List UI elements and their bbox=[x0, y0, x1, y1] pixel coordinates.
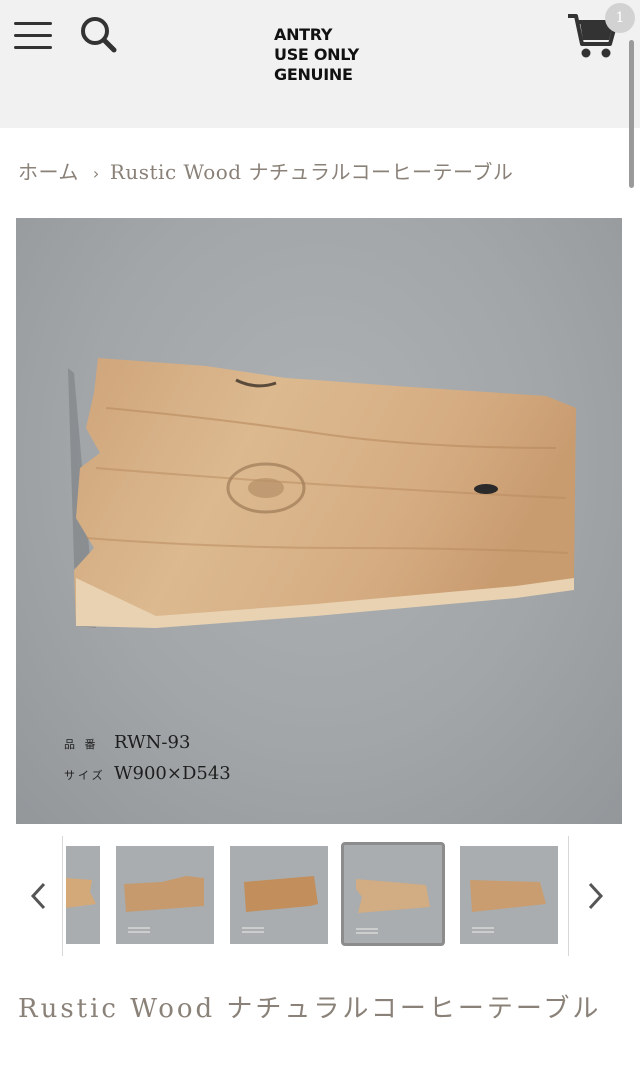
spec-size-value: W900×D543 bbox=[114, 763, 231, 784]
gallery-thumbnail[interactable] bbox=[460, 846, 558, 944]
gallery-thumbnail[interactable] bbox=[230, 846, 328, 944]
product-main-image[interactable]: 品 番 RWN-93 サイズ W900×D543 bbox=[16, 218, 622, 824]
cart-count-badge: 1 bbox=[605, 3, 635, 33]
gallery-divider bbox=[568, 836, 569, 956]
gallery-divider bbox=[62, 836, 63, 956]
site-header: ANTRY USE ONLY GENUINE 1 bbox=[0, 0, 640, 128]
logo-line: ANTRY bbox=[274, 25, 333, 44]
gallery-thumbnail[interactable] bbox=[66, 846, 100, 944]
spec-code-label: 品 番 bbox=[64, 738, 99, 751]
gallery-thumbnail-selected[interactable] bbox=[341, 842, 445, 946]
thumbnail-gallery bbox=[0, 836, 640, 956]
logo-line: GENUINE bbox=[274, 65, 353, 84]
menu-icon[interactable] bbox=[14, 18, 54, 52]
product-title: Rustic Wood ナチュラルコーヒーテーブル bbox=[18, 994, 602, 1024]
chevron-right-icon[interactable] bbox=[578, 876, 612, 916]
gallery-thumbnail[interactable] bbox=[116, 846, 214, 944]
breadcrumb-separator: › bbox=[92, 164, 100, 183]
spec-size-row: サイズ W900×D543 bbox=[64, 763, 231, 784]
scrollbar-thumb[interactable] bbox=[629, 40, 634, 188]
site-logo[interactable]: ANTRY USE ONLY GENUINE bbox=[274, 25, 359, 85]
spec-size-label: サイズ bbox=[64, 769, 106, 782]
chevron-left-icon[interactable] bbox=[22, 876, 56, 916]
logo-line: USE ONLY bbox=[274, 45, 359, 64]
search-icon[interactable] bbox=[78, 14, 118, 54]
spec-code-row: 品 番 RWN-93 bbox=[64, 732, 190, 753]
breadcrumb-current: Rustic Wood ナチュラルコーヒーテーブル bbox=[109, 160, 514, 184]
breadcrumb-home-link[interactable]: ホーム bbox=[18, 160, 79, 184]
spec-code-value: RWN-93 bbox=[114, 732, 191, 753]
breadcrumb: ホーム › Rustic Wood ナチュラルコーヒーテーブル bbox=[18, 156, 513, 188]
